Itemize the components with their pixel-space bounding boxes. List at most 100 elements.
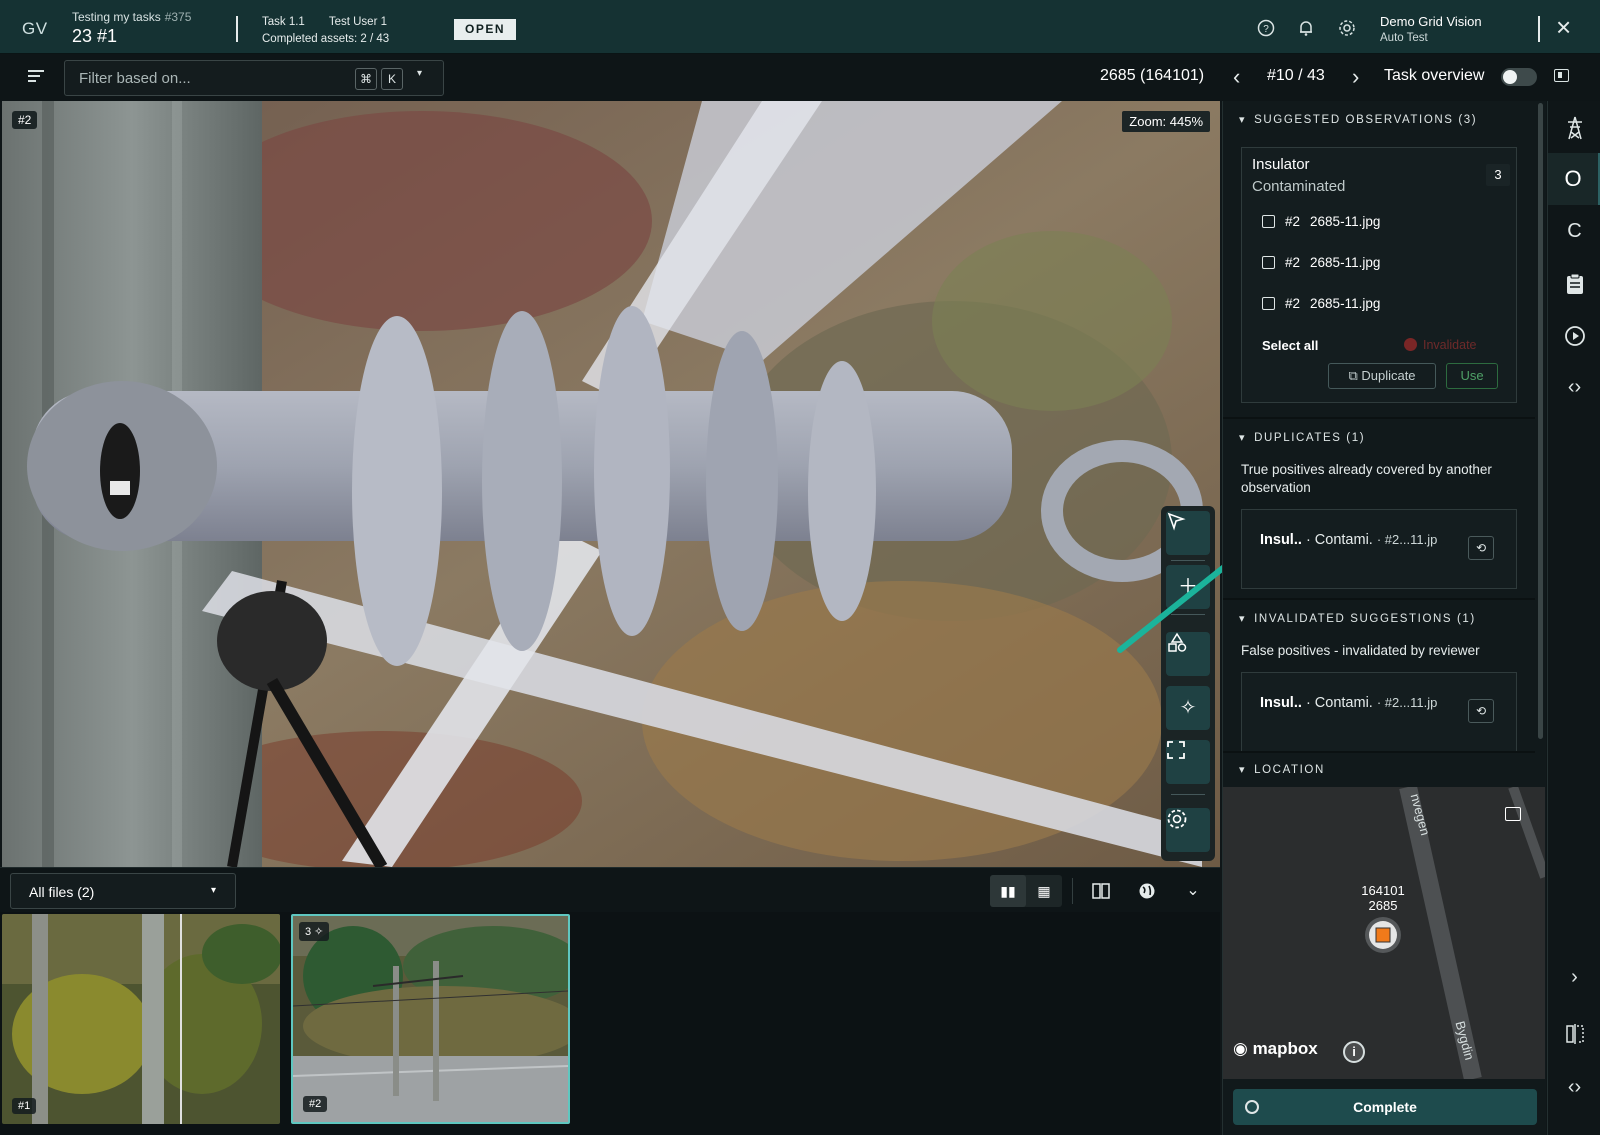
thumbnail-index: #1 xyxy=(12,1098,37,1114)
duplicates-header[interactable]: DUPLICATES (1) xyxy=(1239,431,1365,444)
invalidated-card[interactable]: Insul.. · Contami. · #2...11.jp ⟲ xyxy=(1241,672,1517,752)
viewer-settings-icon[interactable] xyxy=(1166,808,1210,852)
filmstrip: #1 3 ✧ #2 xyxy=(0,912,1220,1135)
suggestion-row[interactable]: #2 2685-11.jpg xyxy=(1262,214,1380,229)
complete-button[interactable]: Complete xyxy=(1233,1089,1537,1125)
chevron-right-icon[interactable]: › xyxy=(1548,951,1600,1003)
map-pin-label: 164101 2685 xyxy=(1361,883,1405,913)
bell-icon[interactable] xyxy=(1297,19,1315,37)
invalidated-description: False positives - invalidated by reviewe… xyxy=(1241,643,1480,658)
view-mode-group: ▮▮ ▦ xyxy=(990,875,1062,907)
panel-toggle-icon[interactable] xyxy=(1554,69,1569,82)
help-icon[interactable]: ? xyxy=(1257,19,1275,37)
status-badge: OPEN xyxy=(454,19,516,40)
close-icon[interactable]: × xyxy=(1556,14,1571,40)
org-sub: Auto Test xyxy=(1380,32,1428,44)
org-block[interactable]: Demo Grid Vision Auto Test xyxy=(1380,14,1482,44)
fullscreen-icon[interactable] xyxy=(1166,740,1210,784)
zoom-level: Zoom: 445% xyxy=(1122,111,1210,132)
image-layer-icon[interactable] xyxy=(1505,807,1521,821)
checkbox[interactable] xyxy=(1262,215,1275,228)
code-icon[interactable]: ‹› xyxy=(1548,361,1600,413)
compare-view-icon[interactable] xyxy=(1086,876,1116,906)
location-map[interactable]: 164101 2685 nvegen Bygdin ◉ mapbox i xyxy=(1223,787,1545,1079)
filter-menu-icon[interactable] xyxy=(28,70,44,85)
restore-icon[interactable]: ⟲ xyxy=(1468,536,1494,560)
thumbnail-index: #2 xyxy=(303,1096,328,1112)
globe-icon[interactable] xyxy=(1132,876,1162,906)
svg-text:?: ? xyxy=(1263,24,1269,35)
checkbox[interactable] xyxy=(1262,256,1275,269)
invalidate-button[interactable]: Invalidate xyxy=(1404,338,1477,352)
suggestion-row[interactable]: #2 2685-11.jpg xyxy=(1262,296,1380,311)
header-divider-right xyxy=(1538,16,1540,42)
panel-scrollbar[interactable] xyxy=(1535,101,1545,1079)
thumbnail-2[interactable]: 3 ✧ #2 xyxy=(291,914,570,1124)
completed-assets: Completed assets: 2 / 43 xyxy=(262,33,390,45)
sparkle-icon[interactable]: ✧ xyxy=(1166,686,1210,730)
filter-input[interactable]: Filter based on... ⌘ K ▾ xyxy=(64,60,444,96)
filmstrip-toolbar: All files (2) ▾ ▮▮ ▦ ⌄ xyxy=(0,867,1220,912)
comments-tab[interactable]: C xyxy=(1548,205,1600,257)
inspection-image xyxy=(2,101,1220,867)
code-icon[interactable]: ‹› xyxy=(1548,1061,1600,1113)
files-select[interactable]: All files (2) ▾ xyxy=(10,873,236,909)
asset-counter: #10 / 43 xyxy=(1267,67,1325,84)
assignee: Test User 1 xyxy=(328,16,387,28)
complete-bar: Complete xyxy=(1223,1079,1545,1135)
invalidate-icon xyxy=(1404,338,1417,351)
duplicate-summary: Insul.. · Contami. · #2...11.jp xyxy=(1260,532,1438,548)
map-canvas xyxy=(1223,787,1545,1079)
shortcut-k-key: K xyxy=(381,68,403,90)
previous-asset-button[interactable]: ‹ xyxy=(1233,64,1240,90)
chevron-down-icon[interactable]: ▾ xyxy=(417,68,422,79)
grid-view-icon[interactable]: ▦ xyxy=(1026,875,1062,907)
single-view-icon[interactable]: ▮▮ xyxy=(990,875,1026,907)
next-asset-button[interactable]: › xyxy=(1352,64,1359,90)
location-header[interactable]: LOCATION xyxy=(1239,763,1325,776)
asset-line: 23 #1 xyxy=(72,26,118,46)
circle-icon xyxy=(1245,1100,1259,1114)
thumbnail-1[interactable]: #1 xyxy=(2,914,280,1124)
restore-icon[interactable]: ⟲ xyxy=(1468,699,1494,723)
suggestion-count-badge: 3 ✧ xyxy=(299,922,330,941)
suggestion-count: 3 xyxy=(1486,164,1510,186)
observations-tab[interactable]: O xyxy=(1548,153,1600,205)
thumbnail-image xyxy=(2,914,280,1124)
checkbox[interactable] xyxy=(1262,297,1275,310)
image-viewport[interactable]: #2 Zoom: 445% ＋ ✧ xyxy=(2,101,1220,867)
chevron-down-icon: ▾ xyxy=(211,885,217,896)
thumbnail-image xyxy=(293,916,568,1122)
scrollbar-thumb[interactable] xyxy=(1538,103,1543,739)
task-meta: Task 1.1 Test User 1 Completed assets: 2 … xyxy=(262,14,389,48)
history-icon[interactable] xyxy=(1548,309,1600,361)
task-overview-label: Task overview xyxy=(1384,67,1485,84)
duplicates-description: True positives already covered by anothe… xyxy=(1241,462,1492,495)
split-icon[interactable] xyxy=(1548,1007,1600,1059)
select-all-button[interactable]: Select all xyxy=(1262,338,1318,353)
duplicate-card[interactable]: Insul.. · Contami. · #2...11.jp ⟲ xyxy=(1241,509,1517,589)
header-divider xyxy=(236,16,238,42)
shortcut-mod-key: ⌘ xyxy=(355,68,377,90)
top-header: GV Testing my tasks #375 23 #1 Task 1.1 Te… xyxy=(0,0,1600,54)
observation-component: Insulator xyxy=(1252,156,1310,173)
task-overview-toggle[interactable] xyxy=(1501,68,1537,86)
suggestion-row[interactable]: #2 2685-11.jpg xyxy=(1262,255,1380,270)
invalidated-header[interactable]: INVALIDATED SUGGESTIONS (1) xyxy=(1239,612,1476,625)
clipboard-icon[interactable] xyxy=(1548,257,1600,309)
mapbox-logo: ◉ mapbox xyxy=(1233,1039,1318,1058)
image-index-badge: #2 xyxy=(12,111,38,129)
suggested-observations-header[interactable]: SUGGESTED OBSERVATIONS (3) xyxy=(1239,113,1477,126)
task-number: #375 xyxy=(164,10,192,24)
gear-icon[interactable] xyxy=(1338,19,1356,37)
copy-icon: ⧉ xyxy=(1348,368,1362,383)
tower-icon[interactable] xyxy=(1548,101,1600,153)
chevron-down-icon[interactable]: ⌄ xyxy=(1178,876,1208,906)
duplicate-button[interactable]: ⧉ Duplicate xyxy=(1328,363,1436,389)
observations-panel: SUGGESTED OBSERVATIONS (3) Insulator Con… xyxy=(1222,101,1546,1135)
right-nav-rail: O C ‹› › ‹› xyxy=(1547,101,1600,1135)
task-name: Testing my tasks xyxy=(72,10,161,24)
use-button[interactable]: Use xyxy=(1446,363,1498,389)
info-icon[interactable]: i xyxy=(1343,1041,1365,1063)
app-logo[interactable]: GV xyxy=(22,19,48,39)
